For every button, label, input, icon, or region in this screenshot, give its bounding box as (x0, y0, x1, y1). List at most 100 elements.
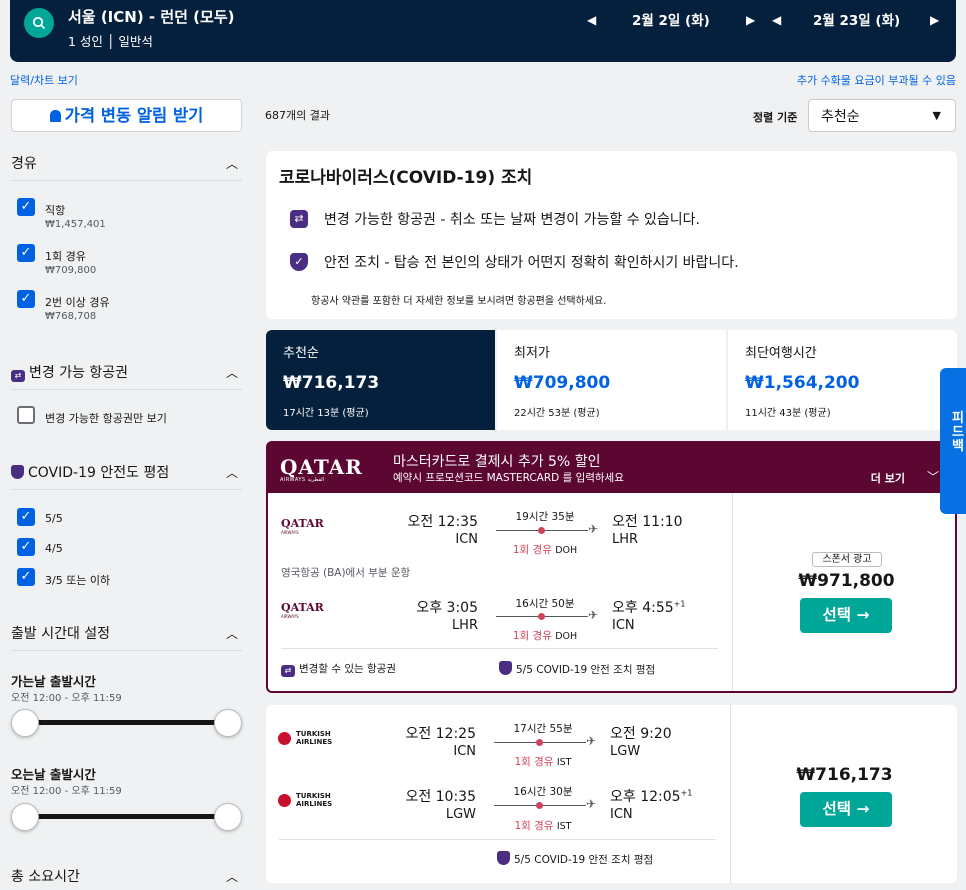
chevron-up-icon[interactable]: ︿ (226, 464, 238, 481)
return-next-date-icon[interactable]: ▶ (930, 13, 939, 27)
feedback-label: 피드백 (952, 411, 964, 454)
outbound-time-slider[interactable] (24, 720, 230, 725)
next-day-indicator: +1 (673, 599, 686, 609)
outbound-route-line (496, 527, 588, 534)
covid-3-label: 3/5 또는 이하 (45, 574, 111, 587)
stops-filter-header[interactable]: 경유 ︿ (11, 151, 242, 181)
outbound-arrival-airport: LHR (612, 532, 639, 547)
outbound-max-handle[interactable] (214, 709, 242, 737)
return-duration: 16시간 50분 (515, 598, 575, 610)
covid-filter-header[interactable]: COVID-19 안전도 평점 ︿ (11, 460, 242, 490)
return-date[interactable]: 2월 23일 (화) (813, 9, 900, 29)
tab-duration: 22시간 53분 (평균) (514, 408, 600, 419)
airline-logo-text: QATAR (281, 601, 324, 614)
shield-icon: ✓ (290, 253, 308, 271)
return-departure-time: 오후 3:05 (416, 600, 478, 616)
qatar-airways-logo-sub: AIRWAYS القطرية (280, 477, 325, 483)
promo-more-link[interactable]: 더 보기 (871, 470, 905, 486)
tab-fastest[interactable]: 최단여행시간 ₩1,564,200 11시간 43분 (평균) (728, 330, 957, 430)
card-divider (279, 839, 716, 840)
flex-only-checkbox[interactable] (17, 406, 35, 424)
airline-logo-text: TURKISH AIRLINES (296, 730, 333, 746)
calendar-chart-link[interactable]: 달력/차트 보기 (10, 72, 78, 88)
duration-filter-header[interactable]: 총 소요시간 ︿ (11, 864, 242, 890)
flight-result-card[interactable]: TURKISH AIRLINES 오전 12:25 ICN 17시간 55분 ✈… (266, 705, 957, 883)
sponsored-ad-badge: 스폰서 광고 (812, 552, 882, 567)
select-flight-button[interactable]: 선택 → (800, 792, 892, 827)
stops-count: 1회 경유 (512, 544, 552, 556)
depart-next-date-icon[interactable]: ▶ (746, 13, 755, 27)
inbound-time-title: 오는날 출발시간 (11, 767, 96, 782)
return-route-line (496, 613, 588, 620)
outbound-duration: 17시간 55분 (513, 723, 573, 735)
stops-two-label: 2번 이상 경유 (45, 296, 110, 309)
search-summary-header: 서울 (ICN) - 런던 (모두) 1 성인 │ 일반석 ◀ 2월 2일 (화… (10, 0, 956, 62)
airline-logo-text: TURKISH AIRLINES (296, 792, 333, 808)
inbound-max-handle[interactable] (214, 803, 242, 831)
flight-result-card[interactable]: QATAR AIRWAYS 오전 12:35 ICN 19시간 35분 ✈ 1회 … (266, 493, 957, 693)
result-count: 687개의 결과 (265, 109, 330, 122)
covid-5-checkbox[interactable]: ✓ (17, 508, 35, 526)
chevron-up-icon[interactable]: ︿ (226, 868, 238, 885)
inbound-time-slider[interactable] (24, 814, 230, 819)
covid-4-checkbox[interactable]: ✓ (17, 538, 35, 556)
tab-recommended[interactable]: 추천순 ₩716,173 17시간 13분 (평균) (266, 330, 495, 430)
stops-one-price: ₩709,800 (45, 265, 97, 276)
covid-rating-label: 5/5 COVID-19 안전 조치 평점 (514, 854, 654, 866)
stops-direct-checkbox[interactable]: ✓ (17, 198, 35, 216)
stops-one-label: 1회 경유 (45, 250, 86, 263)
return-arrival-airport: ICN (612, 618, 635, 633)
plane-icon: ✈ (588, 608, 599, 622)
outbound-route-line (494, 739, 586, 746)
outbound-min-handle[interactable] (11, 709, 39, 737)
return-departure-airport: LGW (445, 807, 476, 822)
stop-dot (538, 613, 545, 620)
inbound-min-handle[interactable] (11, 803, 39, 831)
passenger-class[interactable]: 1 성인 │ 일반석 (68, 31, 153, 50)
stops-direct-label: 직항 (45, 204, 66, 217)
chevron-up-icon[interactable]: ︿ (226, 625, 238, 642)
stops-count: 1회 경유 (514, 756, 554, 768)
stop-airport: DOH (555, 631, 578, 642)
depart-date[interactable]: 2월 2일 (화) (632, 9, 710, 29)
stop-dot (536, 802, 543, 809)
promo-headline: 마스터카드로 결제시 추가 5% 할인 (393, 454, 601, 470)
stops-two-checkbox[interactable]: ✓ (17, 290, 35, 308)
outbound-departure-airport: ICN (455, 532, 478, 547)
baggage-fees-link[interactable]: 추가 수화물 요금이 부과될 수 있음 (797, 72, 956, 88)
tab-duration: 11시간 43분 (평균) (745, 408, 831, 419)
caret-down-icon: ▼ (932, 109, 941, 122)
select-flight-button[interactable]: 선택 → (800, 598, 892, 633)
plane-icon: ✈ (586, 797, 597, 811)
tab-duration: 17시간 13분 (평균) (283, 408, 369, 419)
return-prev-date-icon[interactable]: ◀ (772, 13, 781, 27)
tab-cheapest[interactable]: 최저가 ₩709,800 22시간 53분 (평균) (497, 330, 726, 430)
times-filter-header[interactable]: 출발 시간대 설정 ︿ (11, 621, 242, 651)
outbound-arrival-airport: LGW (610, 744, 641, 759)
return-departure-airport: LHR (451, 618, 478, 633)
stops-direct-price: ₩1,457,401 (45, 219, 106, 230)
stops-one-checkbox[interactable]: ✓ (17, 244, 35, 262)
search-icon[interactable] (24, 8, 54, 38)
depart-prev-date-icon[interactable]: ◀ (587, 13, 596, 27)
flex-filter-title-wrap: ⇄ 변경 가능 항공권 (11, 362, 128, 382)
stop-dot (538, 527, 545, 534)
sort-select[interactable]: 추천순 ▼ (808, 99, 956, 132)
sort-value: 추천순 (821, 109, 860, 125)
price-alert-button[interactable]: 가격 변동 알림 받기 (11, 99, 242, 132)
plane-icon: ✈ (588, 522, 599, 536)
tab-label: 추천순 (283, 346, 319, 361)
chevron-up-icon[interactable]: ︿ (226, 155, 238, 172)
feedback-tab[interactable]: 피드백 (940, 368, 966, 514)
qatar-promo-banner[interactable]: QATAR AIRWAYS القطرية 마스터카드로 결제시 추가 5% 할… (266, 441, 957, 493)
chevron-up-icon[interactable]: ︿ (226, 364, 238, 381)
covid-3-checkbox[interactable]: ✓ (17, 568, 35, 586)
flex-filter-header[interactable]: ⇄ 변경 가능 항공권 ︿ (11, 360, 242, 390)
times-filter-title: 출발 시간대 설정 (11, 626, 111, 642)
route-title[interactable]: 서울 (ICN) - 런던 (모두) (68, 6, 234, 27)
chevron-down-icon[interactable]: ﹀ (927, 468, 939, 485)
stop-airport: IST (556, 821, 572, 832)
stops-filter-title: 경유 (11, 156, 37, 172)
outbound-stops: 1회 경유 IST (493, 754, 593, 769)
airline-logo: TURKISH AIRLINES (278, 730, 348, 748)
